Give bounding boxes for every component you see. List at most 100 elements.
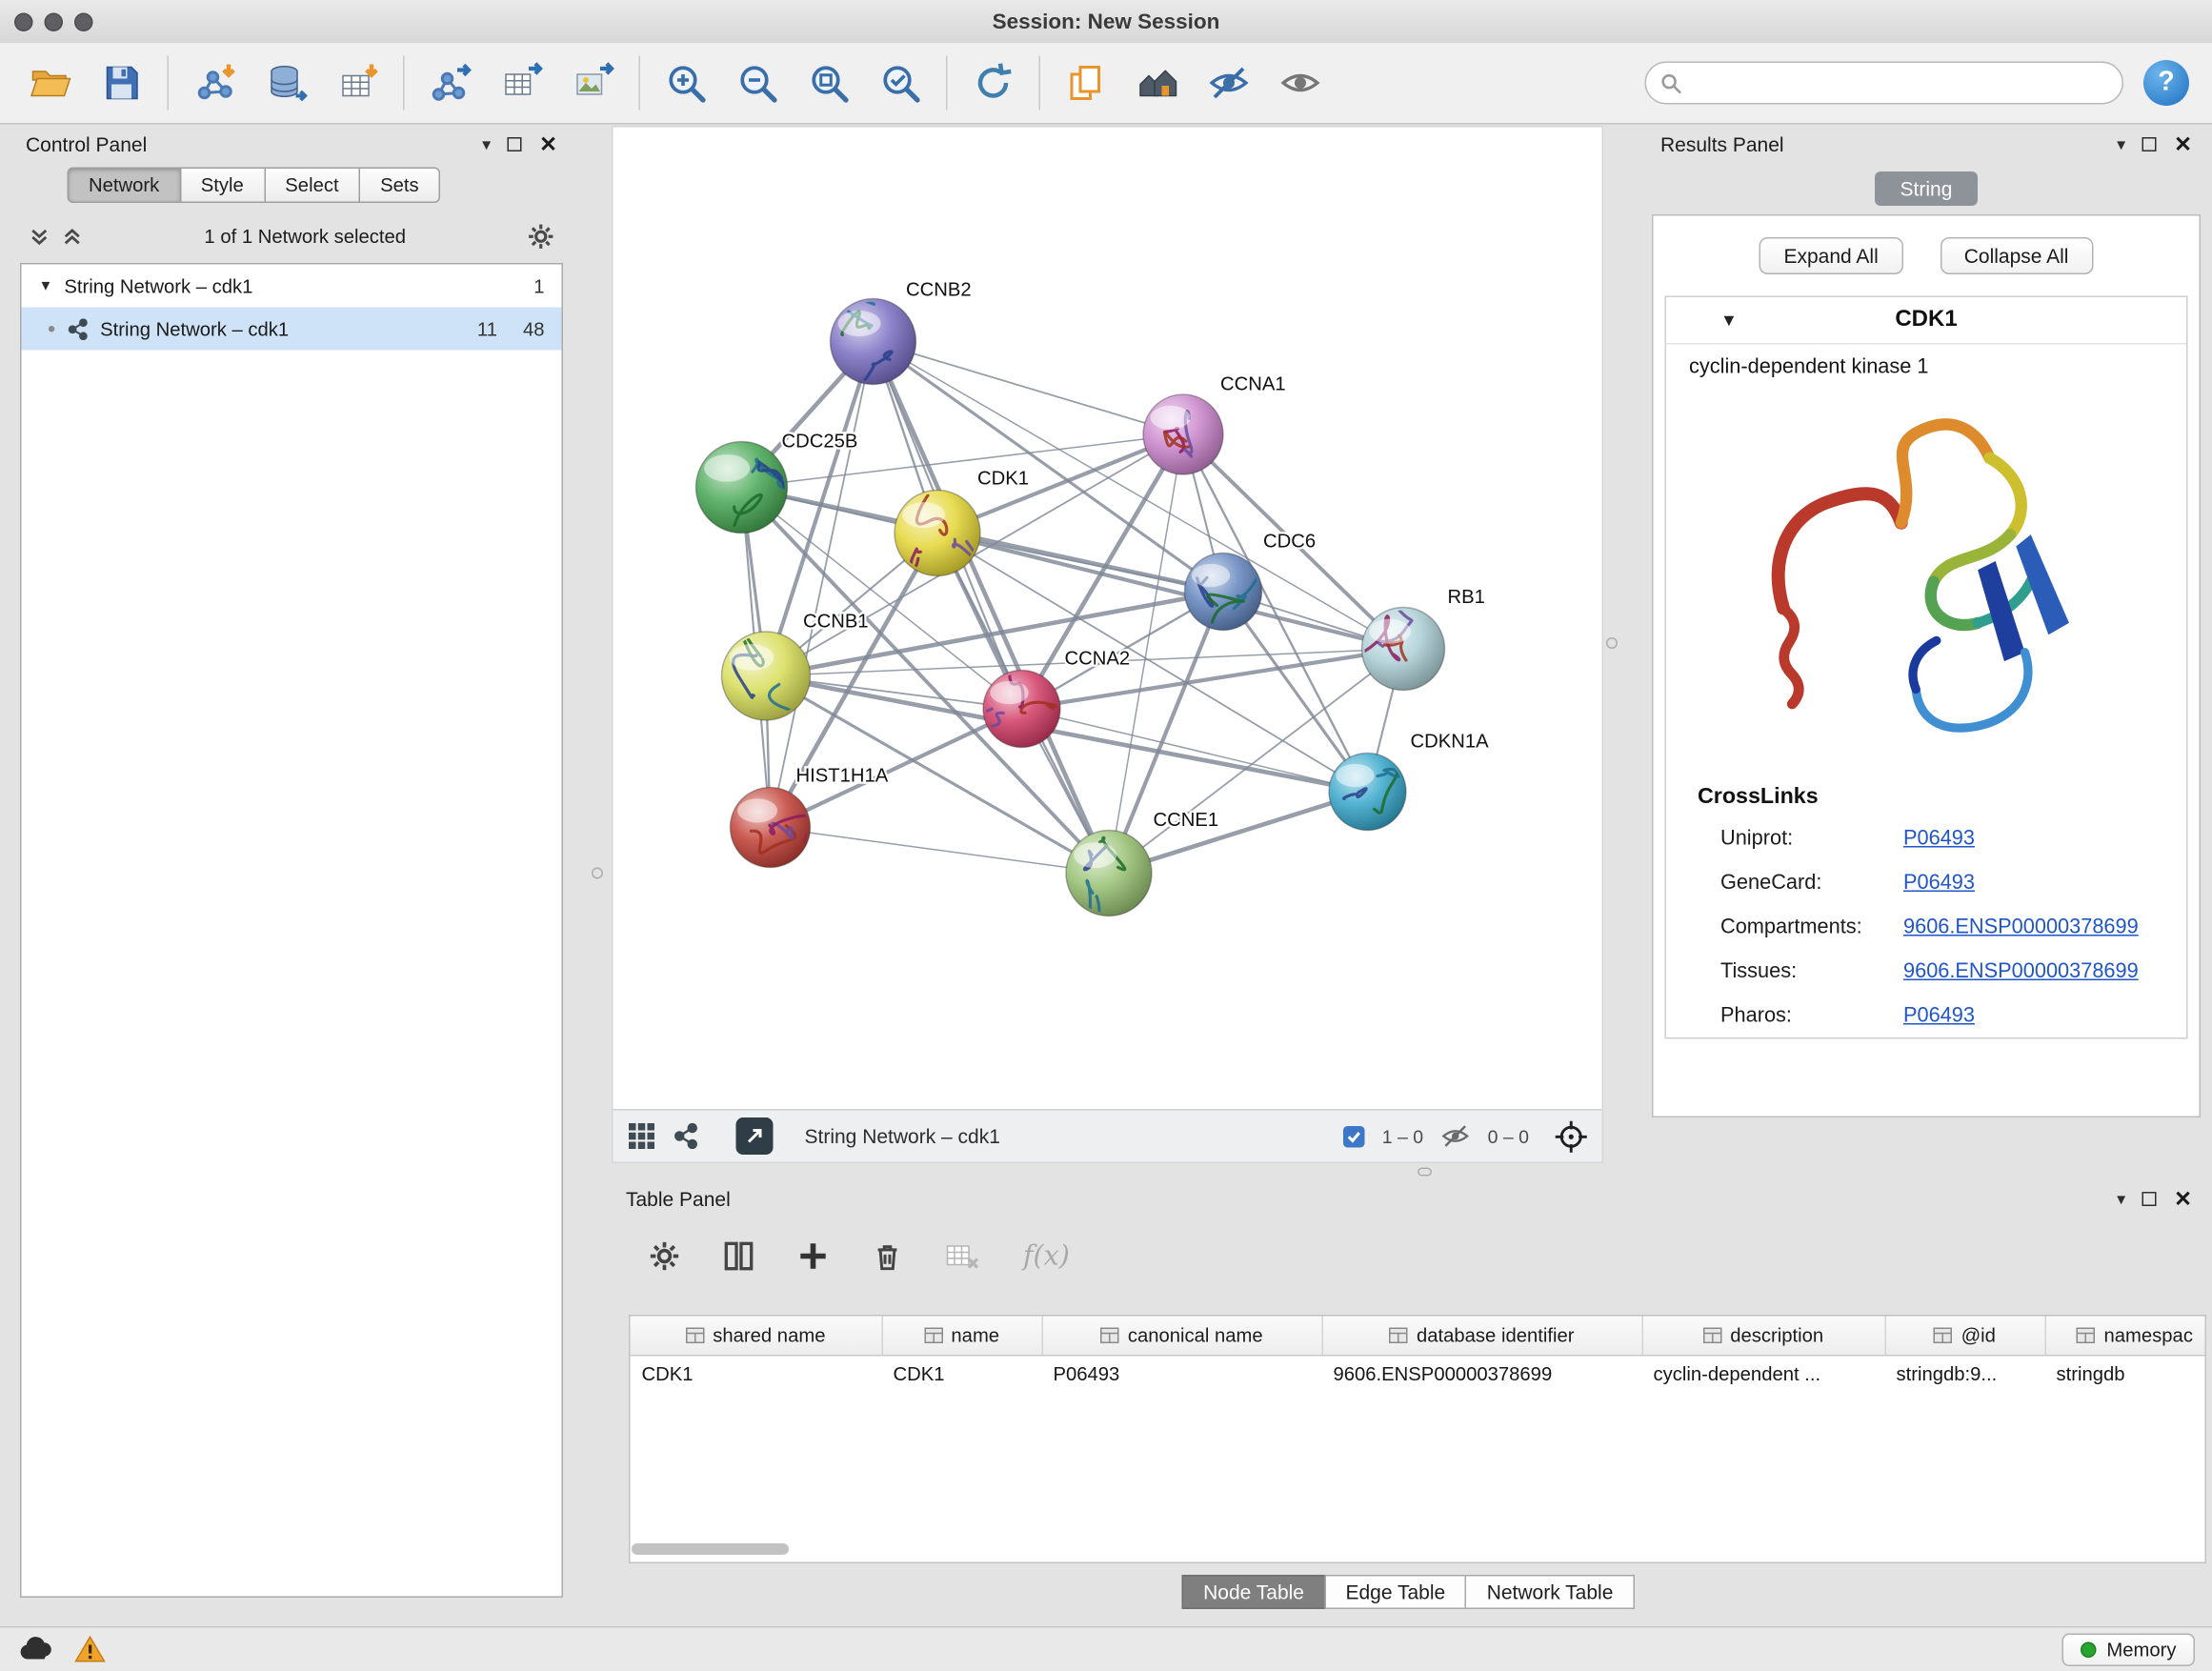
column-header-namespac[interactable]: namespac — [2045, 1317, 2207, 1356]
crosslink-link[interactable]: P06493 — [1903, 871, 1975, 894]
export-network-button[interactable] — [414, 49, 486, 117]
expand-all-icon[interactable] — [62, 225, 84, 247]
float-panel-icon[interactable] — [2142, 137, 2157, 151]
zoom-out-button[interactable] — [722, 49, 794, 117]
close-panel-icon[interactable]: ✕ — [2174, 1188, 2192, 1210]
birdseye-grid-icon[interactable] — [628, 1122, 656, 1151]
tab-style[interactable]: Style — [179, 168, 265, 204]
network-node-CCNE1[interactable] — [1066, 831, 1152, 934]
table-cell[interactable]: stringdb:9... — [1885, 1355, 2045, 1394]
memory-button[interactable]: Memory — [2062, 1633, 2195, 1666]
maximize-window-button[interactable] — [74, 12, 93, 31]
tab-network[interactable]: Network — [68, 168, 181, 204]
clone-network-button[interactable] — [1051, 49, 1122, 117]
section-expand-icon[interactable]: ▼ — [1720, 311, 1738, 331]
collapse-panel-icon[interactable]: ▾ — [482, 136, 491, 153]
cloud-icon[interactable] — [17, 1635, 54, 1663]
collapse-all-icon[interactable] — [29, 225, 50, 247]
tab-sets[interactable]: Sets — [359, 168, 441, 204]
crosslink-link[interactable]: P06493 — [1903, 1004, 1975, 1027]
network-node-CDK1[interactable] — [895, 491, 980, 576]
network-node-CDC6[interactable] — [1185, 554, 1262, 631]
search-box[interactable] — [1645, 62, 2124, 105]
gear-icon[interactable] — [528, 222, 555, 250]
horizontal-splitter-handle[interactable] — [1418, 1168, 1432, 1177]
crosslink-link[interactable]: 9606.ENSP00000378699 — [1903, 916, 2139, 938]
table-cell[interactable]: cyclin-dependent ... — [1642, 1355, 1885, 1394]
tab-string[interactable]: String — [1875, 171, 1979, 206]
minimize-window-button[interactable] — [45, 12, 64, 31]
network-node-CDC25B[interactable] — [696, 442, 788, 534]
column-header-description[interactable]: description — [1642, 1317, 1885, 1356]
tree-expand-icon[interactable]: ▼ — [39, 278, 53, 294]
column-header-canonical-name[interactable]: canonical name — [1042, 1317, 1322, 1356]
close-panel-icon[interactable]: ✕ — [539, 133, 557, 155]
show-hidden-button[interactable] — [1265, 49, 1337, 117]
zoom-fit-button[interactable] — [794, 49, 865, 117]
protein-section-header[interactable]: ▼ CDK1 — [1666, 297, 2186, 345]
apply-layout-button[interactable] — [957, 49, 1029, 117]
close-panel-icon[interactable]: ✕ — [2174, 133, 2192, 155]
warning-icon[interactable] — [74, 1635, 106, 1663]
left-splitter-handle[interactable] — [592, 868, 603, 879]
table-cell[interactable]: stringdb — [2045, 1355, 2207, 1394]
column-header-@id[interactable]: @id — [1885, 1317, 2045, 1356]
table-cell[interactable]: CDK1 — [882, 1355, 1042, 1394]
table-cell[interactable]: P06493 — [1042, 1355, 1322, 1394]
network-node-RB1[interactable] — [1361, 608, 1444, 691]
export-table-button[interactable] — [486, 49, 557, 117]
string-app-icon[interactable] — [674, 1123, 699, 1149]
import-table-button[interactable] — [322, 49, 393, 117]
network-edge[interactable] — [874, 342, 1110, 874]
crosslink-link[interactable]: P06493 — [1903, 827, 1975, 850]
float-panel-icon[interactable] — [508, 137, 522, 151]
zoom-in-button[interactable] — [651, 49, 722, 117]
open-in-new-window-button[interactable] — [736, 1117, 774, 1155]
open-session-button[interactable] — [14, 49, 86, 117]
zoom-selected-button[interactable] — [865, 49, 936, 117]
column-header-shared-name[interactable]: shared name — [631, 1317, 882, 1356]
network-node-CCNA1[interactable] — [1143, 394, 1223, 474]
collapse-panel-icon[interactable]: ▾ — [2117, 136, 2125, 153]
fit-crosshair-icon[interactable] — [1555, 1119, 1588, 1153]
column-header-name[interactable]: name — [882, 1317, 1042, 1356]
tab-network-table[interactable]: Network Table — [1465, 1575, 1635, 1609]
network-edge[interactable] — [874, 342, 1184, 435]
network-node-CCNB2[interactable] — [831, 295, 916, 385]
table-horizontal-scrollbar[interactable] — [632, 1543, 789, 1555]
collapse-all-button[interactable]: Collapse All — [1940, 237, 2093, 274]
crosslink-link[interactable]: 9606.ENSP00000378699 — [1903, 959, 2139, 982]
add-column-icon[interactable] — [797, 1240, 829, 1272]
collapse-panel-icon[interactable]: ▾ — [2117, 1191, 2125, 1208]
import-network-database-button[interactable] — [251, 49, 322, 117]
table-settings-gear-icon[interactable] — [649, 1240, 680, 1272]
network-node-CDKN1A[interactable] — [1329, 754, 1406, 831]
right-splitter-handle[interactable] — [1606, 637, 1618, 649]
tab-edge-table[interactable]: Edge Table — [1324, 1575, 1467, 1609]
search-input[interactable] — [1691, 70, 2108, 95]
export-image-button[interactable] — [557, 49, 629, 117]
table-row[interactable]: CDK1CDK1P064939606.ENSP00000378699cyclin… — [631, 1355, 2207, 1394]
column-header-database-identifier[interactable]: database identifier — [1322, 1317, 1642, 1356]
network-edge[interactable] — [1109, 592, 1223, 874]
show-columns-icon[interactable] — [723, 1240, 754, 1272]
selected-nodes-checkbox[interactable] — [1343, 1125, 1365, 1147]
tab-node-table[interactable]: Node Table — [1182, 1575, 1326, 1609]
delete-column-icon[interactable] — [872, 1240, 903, 1272]
import-network-file-button[interactable] — [179, 49, 251, 117]
save-session-button[interactable] — [86, 49, 157, 117]
close-window-button[interactable] — [14, 12, 33, 31]
network-collection-row[interactable]: ▼ String Network – cdk1 1 — [22, 265, 562, 308]
float-panel-icon[interactable] — [2142, 1192, 2157, 1206]
table-cell[interactable]: CDK1 — [631, 1355, 882, 1394]
tab-select[interactable]: Select — [264, 168, 360, 204]
hide-selected-button[interactable] — [1194, 49, 1265, 117]
network-node-HIST1H1A[interactable] — [731, 788, 814, 868]
network-node-CCNB1[interactable] — [722, 627, 811, 722]
network-row[interactable]: ● String Network – cdk1 11 48 — [22, 308, 562, 351]
network-edge[interactable] — [771, 828, 1110, 874]
expand-all-button[interactable]: Expand All — [1760, 237, 1902, 274]
help-button[interactable]: ? — [2143, 60, 2189, 106]
network-edge[interactable] — [771, 342, 874, 828]
home-button[interactable] — [1122, 49, 1194, 117]
